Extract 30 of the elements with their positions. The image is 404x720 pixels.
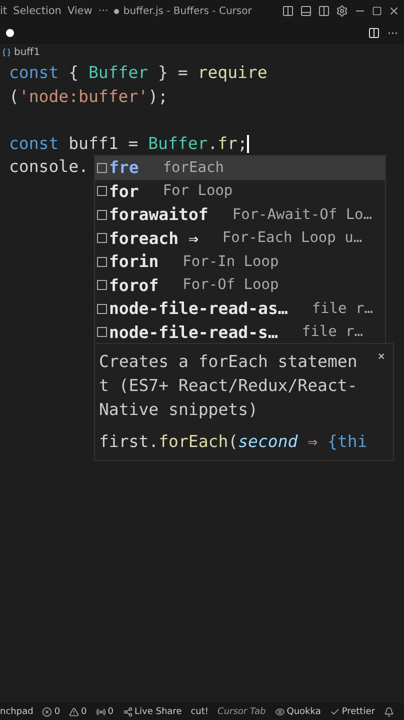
- status-item[interactable]: Quokka: [286, 706, 321, 716]
- status-item[interactable]: Prettier: [342, 706, 375, 716]
- suggestion-item[interactable]: foreach ⇒ For-Each Loop u…: [95, 226, 385, 250]
- suggestion-item[interactable]: node-file-read-s… file r…: [95, 320, 385, 344]
- close-button[interactable]: ×: [378, 344, 385, 368]
- code-line: console.: [9, 157, 88, 176]
- code-line: const buff1 = Buffer.fr;: [9, 134, 249, 152]
- suggestion-item[interactable]: forof For-Of Loop: [95, 274, 385, 297]
- code-line: const { Buffer } = require: [9, 63, 268, 82]
- menu-item[interactable]: ···: [98, 5, 108, 17]
- suggestion-item[interactable]: for For Loop: [95, 180, 385, 203]
- status-item[interactable]: nchpad: [0, 706, 34, 716]
- suggestion-item[interactable]: forin For-In Loop: [95, 250, 385, 274]
- status-item[interactable]: 0: [81, 706, 87, 716]
- suggestion-item[interactable]: forawaitof For-Await-Of Lo…: [95, 203, 385, 226]
- more-actions-button[interactable]: ···: [388, 26, 398, 40]
- snippet-preview: first.forEach(second ⇒ {thi: [99, 432, 368, 451]
- suggestion-item[interactable]: node-file-read-as… file r…: [95, 297, 385, 320]
- window-title: buffer.js - Buffers - Cursor: [123, 6, 252, 16]
- code-line: ('node:buffer');: [9, 86, 168, 106]
- menu-item[interactable]: it: [0, 5, 8, 17]
- status-item[interactable]: 0: [108, 706, 114, 716]
- menu-item[interactable]: Selection: [13, 5, 62, 17]
- status-item[interactable]: 0: [54, 706, 60, 716]
- menu-item[interactable]: View: [67, 5, 92, 17]
- suggestion-description: Creates a forEach statement (ES7+ React/Redux/React-Native snippets): [99, 351, 358, 421]
- status-item[interactable]: cut!: [190, 706, 209, 716]
- status-item[interactable]: Live Share: [134, 706, 182, 716]
- suggestion-item[interactable]: fre forEach: [95, 156, 385, 180]
- breadcrumb-item[interactable]: buff1: [14, 46, 40, 58]
